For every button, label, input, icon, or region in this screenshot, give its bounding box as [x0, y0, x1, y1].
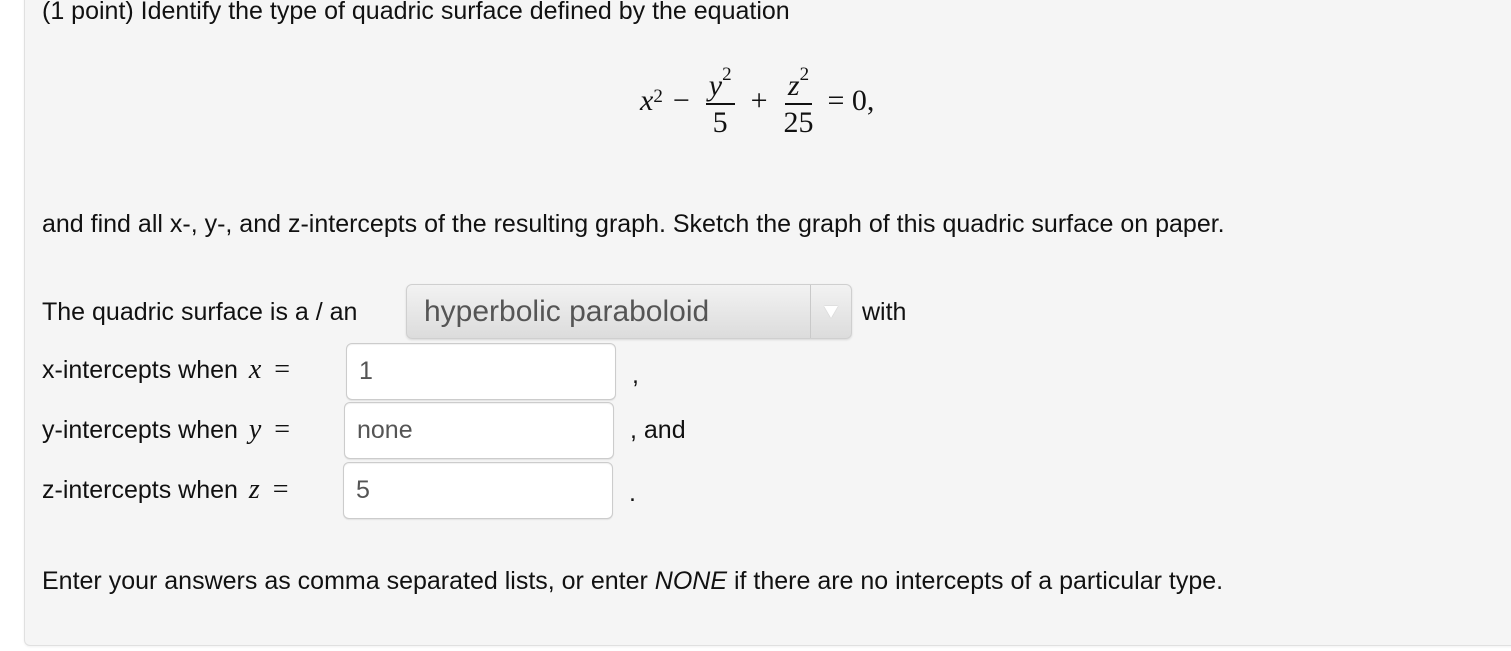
answer-format-note: Enter your answers as comma separated li… [42, 566, 1223, 596]
y-intercepts-text: y-intercepts when [42, 416, 238, 444]
z-intercepts-text: z-intercepts when [42, 476, 238, 504]
y-equals: = [274, 414, 291, 445]
y-intercepts-label: y-intercepts when y = [42, 415, 290, 445]
surface-type-select[interactable]: hyperbolic paraboloid [406, 284, 852, 339]
minus-operator: − [672, 84, 690, 117]
note-emphasis-none: NONE [654, 567, 727, 595]
quadric-equation: x2 − y2 5 + z2 25 = 0, [640, 56, 874, 146]
plus-operator: + [750, 84, 768, 117]
z-exponent: 2 [799, 63, 810, 85]
z-variable: z [787, 68, 800, 102]
x-intercepts-label: x-intercepts when x = [42, 355, 290, 385]
x-intercepts-text: x-intercepts when [42, 356, 238, 384]
surface-type-selected-value: hyperbolic paraboloid [424, 295, 710, 328]
y-row-trailing: , and [630, 416, 686, 444]
problem-instructions: and find all x-, y-, and z-intercepts of… [42, 210, 1225, 238]
z-row-trailing: . [629, 479, 636, 507]
x-equals: = [274, 354, 291, 385]
y-variable: y [708, 68, 723, 102]
y-var: y [248, 414, 262, 445]
z-intercepts-label: z-intercepts when z = [42, 475, 289, 505]
y-exponent: 2 [722, 63, 732, 85]
y-numerator: y2 [705, 62, 735, 105]
z-var: z [248, 474, 260, 505]
surface-suffix-label: with [862, 298, 907, 326]
chevron-down-icon[interactable] [824, 306, 838, 318]
y-intercepts-input[interactable] [344, 402, 614, 459]
x-variable: x [640, 84, 654, 117]
x-squared-term: x2 [640, 84, 663, 118]
problem-intro: (1 point) Identify the type of quadric s… [42, 0, 790, 25]
note-text-before: Enter your answers as comma separated li… [42, 567, 655, 595]
x-var: x [248, 354, 262, 385]
x-intercepts-input[interactable] [346, 343, 616, 400]
x-row-trailing: , [632, 361, 639, 389]
z-fraction: z2 25 [784, 62, 814, 141]
z-intercepts-input[interactable] [343, 462, 613, 519]
z-equals: = [272, 474, 289, 505]
note-text-after: if there are no intercepts of a particul… [727, 567, 1224, 595]
equation-rhs: = 0, [827, 84, 875, 117]
x-exponent: 2 [653, 86, 663, 107]
select-divider [810, 285, 811, 338]
z-denominator: 25 [783, 105, 814, 139]
surface-prefix-label: The quadric surface is a / an [42, 298, 358, 326]
y-fraction: y2 5 [705, 62, 735, 141]
z-numerator: z2 [784, 62, 813, 105]
y-denominator: 5 [712, 105, 728, 139]
